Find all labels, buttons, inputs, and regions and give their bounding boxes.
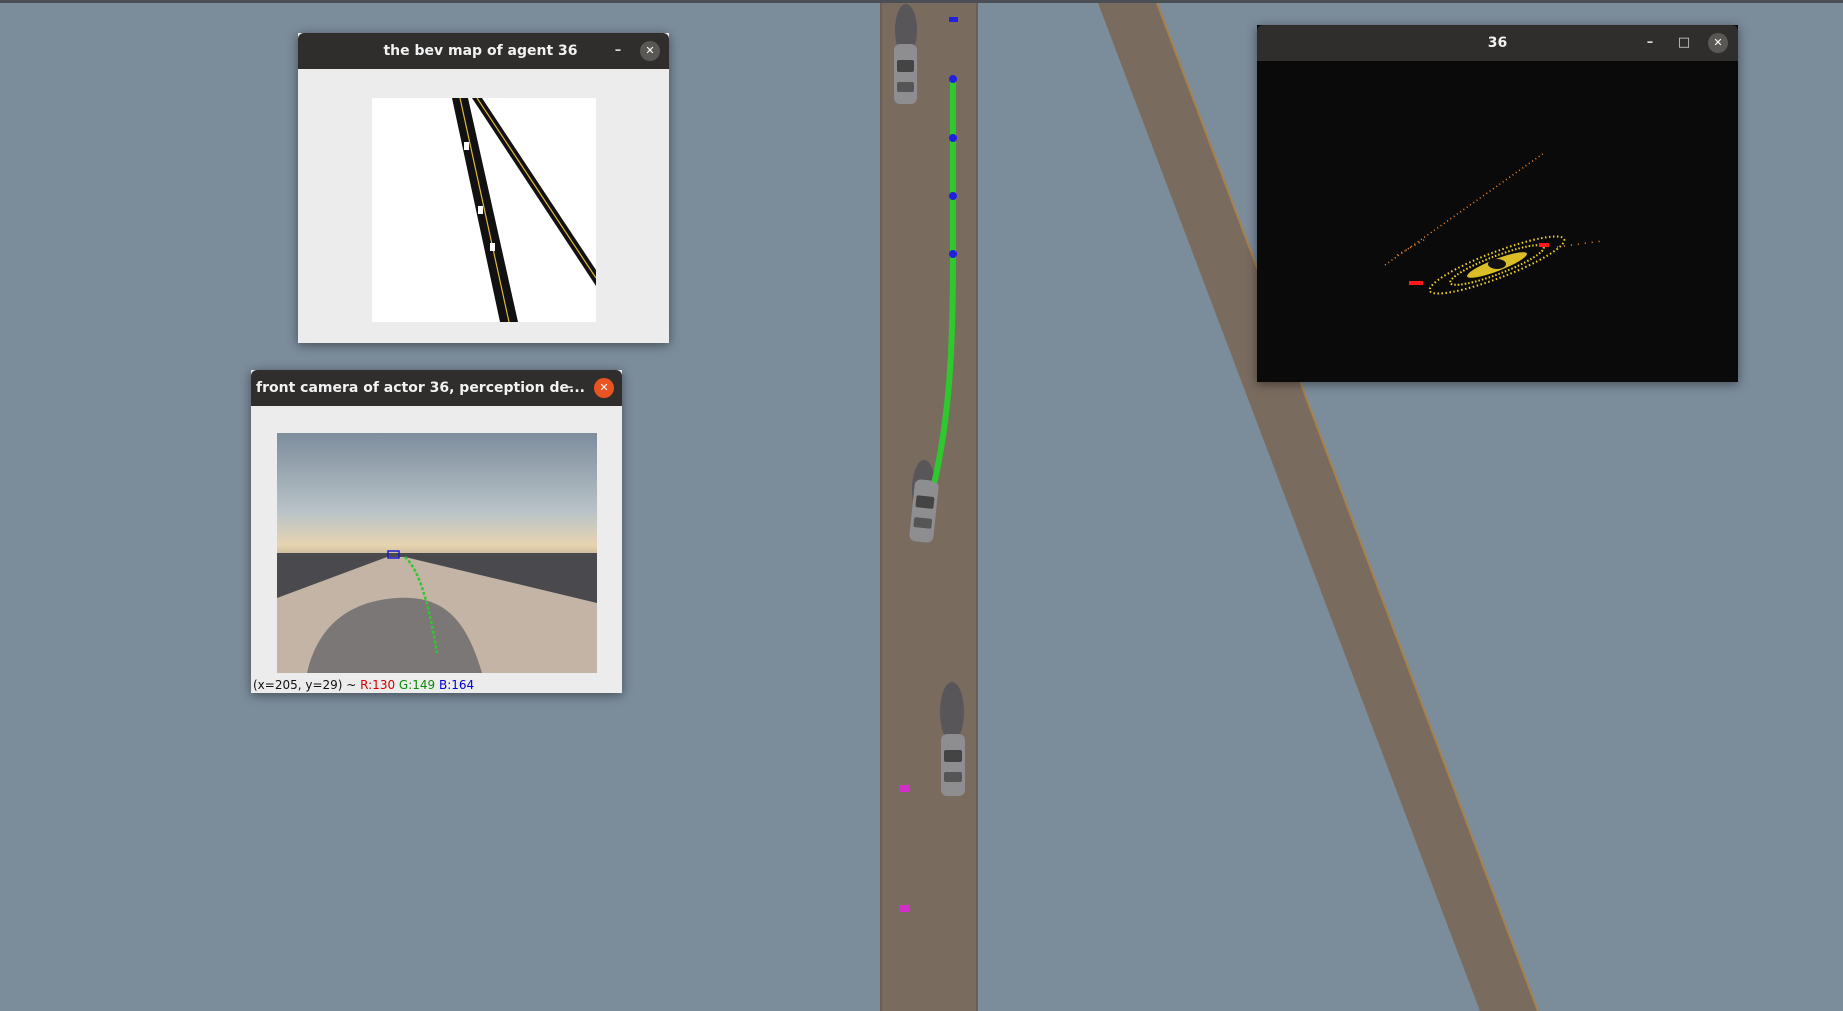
camera-view [277,433,597,673]
front-camera-window[interactable]: front camera of actor 36, perception de.… [251,370,622,693]
close-button[interactable]: ✕ [594,378,614,398]
close-button[interactable]: ✕ [640,41,660,61]
bev-window-titlebar[interactable]: the bev map of agent 36 – ✕ [298,33,669,69]
minimize-button[interactable]: – [560,378,580,398]
green-value: G:149 [398,678,436,692]
magenta-marker [899,905,909,912]
bev-map-window[interactable]: the bev map of agent 36 – ✕ [298,33,669,343]
close-button[interactable]: ✕ [1708,33,1728,53]
lidar-window-titlebar[interactable]: 36 – □ ✕ [1257,25,1738,61]
minimize-button[interactable]: – [608,41,628,61]
window-title: front camera of actor 36, perception de.… [256,380,585,396]
pixel-readout: (x=205, y=29) ~ R:130 G:149 B:164 [253,678,474,692]
maximize-button[interactable]: □ [1674,33,1694,53]
window-title: 36 [1487,35,1508,51]
bev-map-canvas [372,98,596,322]
cursor-coords: (x=205, y=29) ~ [253,678,361,692]
lidar-window[interactable]: 36 – □ ✕ [1257,25,1738,382]
red-value: R:130 [360,678,396,692]
magenta-marker [899,785,909,792]
minimize-button[interactable]: – [1640,33,1660,53]
car-top [894,4,917,104]
camera-window-titlebar[interactable]: front camera of actor 36, perception de.… [251,370,622,406]
blue-value: B:164 [439,678,475,692]
car-bottom [940,682,965,796]
lidar-pointcloud [1384,152,1603,295]
